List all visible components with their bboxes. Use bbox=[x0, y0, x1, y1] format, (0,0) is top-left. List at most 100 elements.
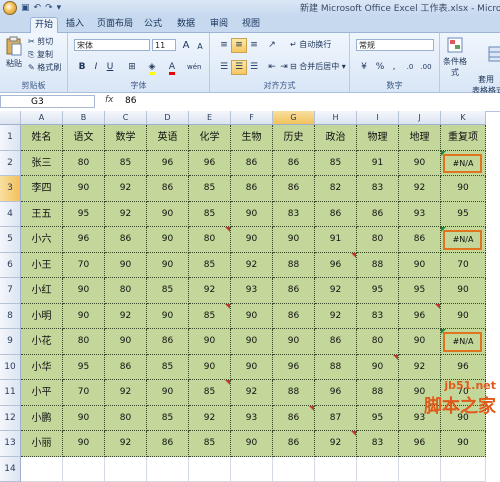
align-center-button[interactable]: ☰ bbox=[231, 60, 247, 75]
score-cell[interactable]: 92 bbox=[189, 406, 231, 432]
score-cell[interactable]: 85 bbox=[147, 406, 189, 432]
column-header-E[interactable]: E bbox=[189, 111, 231, 125]
column-header-B[interactable]: B bbox=[63, 111, 105, 125]
name-cell[interactable]: 张三 bbox=[21, 151, 63, 177]
score-cell[interactable]: 88 bbox=[315, 355, 357, 381]
score-cell[interactable]: 70 bbox=[63, 380, 105, 406]
row-header[interactable]: 10 bbox=[0, 355, 21, 381]
score-cell[interactable]: 80 bbox=[357, 227, 399, 253]
score-cell[interactable]: 70 bbox=[441, 253, 486, 279]
score-cell[interactable]: 86 bbox=[105, 227, 147, 253]
number-format-select[interactable]: 常规 bbox=[356, 39, 434, 51]
score-cell[interactable]: 90 bbox=[231, 227, 273, 253]
score-cell[interactable]: 92 bbox=[105, 380, 147, 406]
header-cell[interactable]: 语文 bbox=[63, 125, 105, 151]
score-cell[interactable]: 90 bbox=[273, 227, 315, 253]
score-cell[interactable]: 96 bbox=[441, 355, 486, 381]
score-cell[interactable]: 88 bbox=[273, 380, 315, 406]
header-cell[interactable]: 英语 bbox=[147, 125, 189, 151]
column-header-K[interactable]: K bbox=[441, 111, 486, 125]
score-cell[interactable]: 90 bbox=[231, 304, 273, 330]
score-cell[interactable]: 90 bbox=[63, 278, 105, 304]
header-cell[interactable]: 重复项 bbox=[441, 125, 486, 151]
empty-cell[interactable] bbox=[399, 457, 441, 482]
row-header[interactable]: 7 bbox=[0, 278, 21, 304]
wrap-text-button[interactable]: ↵ 自动换行 bbox=[290, 39, 331, 51]
error-cell[interactable]: #N/A bbox=[441, 329, 486, 355]
score-cell[interactable]: 85 bbox=[105, 151, 147, 177]
header-cell[interactable]: 生物 bbox=[231, 125, 273, 151]
fill-color-button[interactable]: ◈ bbox=[144, 60, 160, 75]
score-cell[interactable]: 85 bbox=[189, 202, 231, 228]
score-cell[interactable]: 92 bbox=[105, 304, 147, 330]
empty-cell[interactable] bbox=[21, 457, 63, 482]
score-cell[interactable]: 96 bbox=[315, 380, 357, 406]
font-color-button[interactable]: A bbox=[164, 60, 180, 75]
empty-cell[interactable] bbox=[105, 457, 147, 482]
score-cell[interactable]: 91 bbox=[357, 151, 399, 177]
decrease-decimal-button[interactable]: .00 bbox=[418, 60, 434, 75]
score-cell[interactable]: 90 bbox=[147, 202, 189, 228]
column-header-D[interactable]: D bbox=[147, 111, 189, 125]
score-cell[interactable]: 80 bbox=[357, 329, 399, 355]
empty-cell[interactable] bbox=[441, 457, 486, 482]
score-cell[interactable]: 90 bbox=[63, 176, 105, 202]
error-cell[interactable]: #N/A bbox=[441, 227, 486, 253]
fx-icon[interactable]: fx bbox=[105, 95, 114, 105]
score-cell[interactable]: 90 bbox=[399, 151, 441, 177]
column-header-G[interactable]: G bbox=[273, 111, 315, 125]
undo-icon[interactable]: ↶ bbox=[34, 1, 42, 15]
score-cell[interactable]: 90 bbox=[147, 304, 189, 330]
paste-button[interactable]: 粘贴 bbox=[3, 36, 25, 69]
score-cell[interactable]: 86 bbox=[147, 431, 189, 457]
align-middle-button[interactable]: ≡ bbox=[231, 38, 247, 53]
empty-cell[interactable] bbox=[189, 457, 231, 482]
column-header-F[interactable]: F bbox=[231, 111, 273, 125]
row-header[interactable]: 13 bbox=[0, 431, 21, 457]
name-cell[interactable]: 小丽 bbox=[21, 431, 63, 457]
empty-cell[interactable] bbox=[357, 457, 399, 482]
score-cell[interactable]: 83 bbox=[273, 202, 315, 228]
header-cell[interactable]: 姓名 bbox=[21, 125, 63, 151]
select-all-corner[interactable] bbox=[0, 111, 21, 125]
tab-page-layout[interactable]: 页面布局 bbox=[95, 17, 135, 32]
tab-formulas[interactable]: 公式 bbox=[140, 17, 166, 32]
score-cell[interactable]: 90 bbox=[63, 304, 105, 330]
score-cell[interactable]: 92 bbox=[105, 431, 147, 457]
score-cell[interactable]: 90 bbox=[189, 355, 231, 381]
name-cell[interactable]: 小鹏 bbox=[21, 406, 63, 432]
column-header-H[interactable]: H bbox=[315, 111, 357, 125]
score-cell[interactable]: 80 bbox=[63, 329, 105, 355]
row-header[interactable]: 3 bbox=[0, 176, 21, 202]
score-cell[interactable]: 88 bbox=[357, 380, 399, 406]
name-cell[interactable]: 小王 bbox=[21, 253, 63, 279]
orientation-button[interactable]: ↗ bbox=[264, 38, 280, 53]
score-cell[interactable]: 90 bbox=[231, 431, 273, 457]
header-cell[interactable]: 数学 bbox=[105, 125, 147, 151]
tab-insert[interactable]: 插入 bbox=[62, 17, 88, 32]
score-cell[interactable]: 82 bbox=[315, 176, 357, 202]
header-cell[interactable]: 物理 bbox=[357, 125, 399, 151]
tab-home[interactable]: 开始 bbox=[30, 17, 58, 33]
name-cell[interactable]: 小六 bbox=[21, 227, 63, 253]
score-cell[interactable]: 86 bbox=[231, 151, 273, 177]
score-cell[interactable]: 85 bbox=[315, 151, 357, 177]
score-cell[interactable]: 92 bbox=[189, 278, 231, 304]
font-name-select[interactable]: 宋体 bbox=[74, 39, 150, 51]
score-cell[interactable]: 90 bbox=[441, 431, 486, 457]
empty-cell[interactable] bbox=[63, 457, 105, 482]
score-cell[interactable]: 96 bbox=[63, 227, 105, 253]
score-cell[interactable]: 90 bbox=[147, 380, 189, 406]
score-cell[interactable]: 86 bbox=[357, 202, 399, 228]
score-cell[interactable]: 92 bbox=[231, 380, 273, 406]
comma-button[interactable]: , bbox=[386, 60, 402, 75]
copy-button[interactable]: ⎘ 复制 bbox=[28, 49, 53, 61]
score-cell[interactable]: 93 bbox=[399, 202, 441, 228]
align-right-button[interactable]: ☰ bbox=[246, 60, 262, 75]
tab-view[interactable]: 视图 bbox=[238, 17, 264, 32]
align-left-button[interactable]: ☰ bbox=[216, 60, 232, 75]
score-cell[interactable]: 90 bbox=[441, 176, 486, 202]
score-cell[interactable]: 90 bbox=[231, 329, 273, 355]
score-cell[interactable]: 90 bbox=[399, 253, 441, 279]
header-cell[interactable]: 政治 bbox=[315, 125, 357, 151]
